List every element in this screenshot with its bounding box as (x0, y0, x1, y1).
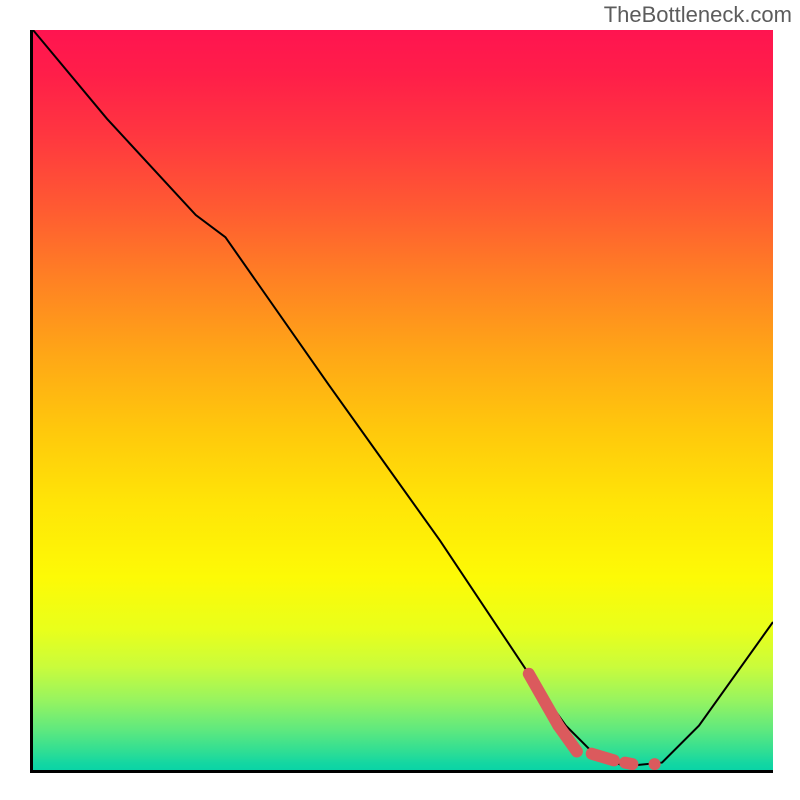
chart-container: TheBottleneck.com (0, 0, 800, 800)
bottleneck-curve (33, 30, 773, 766)
watermark-text: TheBottleneck.com (604, 2, 792, 28)
chart-overlay (33, 30, 773, 770)
optimal-range-highlight (529, 674, 661, 770)
plot-area (30, 30, 773, 773)
